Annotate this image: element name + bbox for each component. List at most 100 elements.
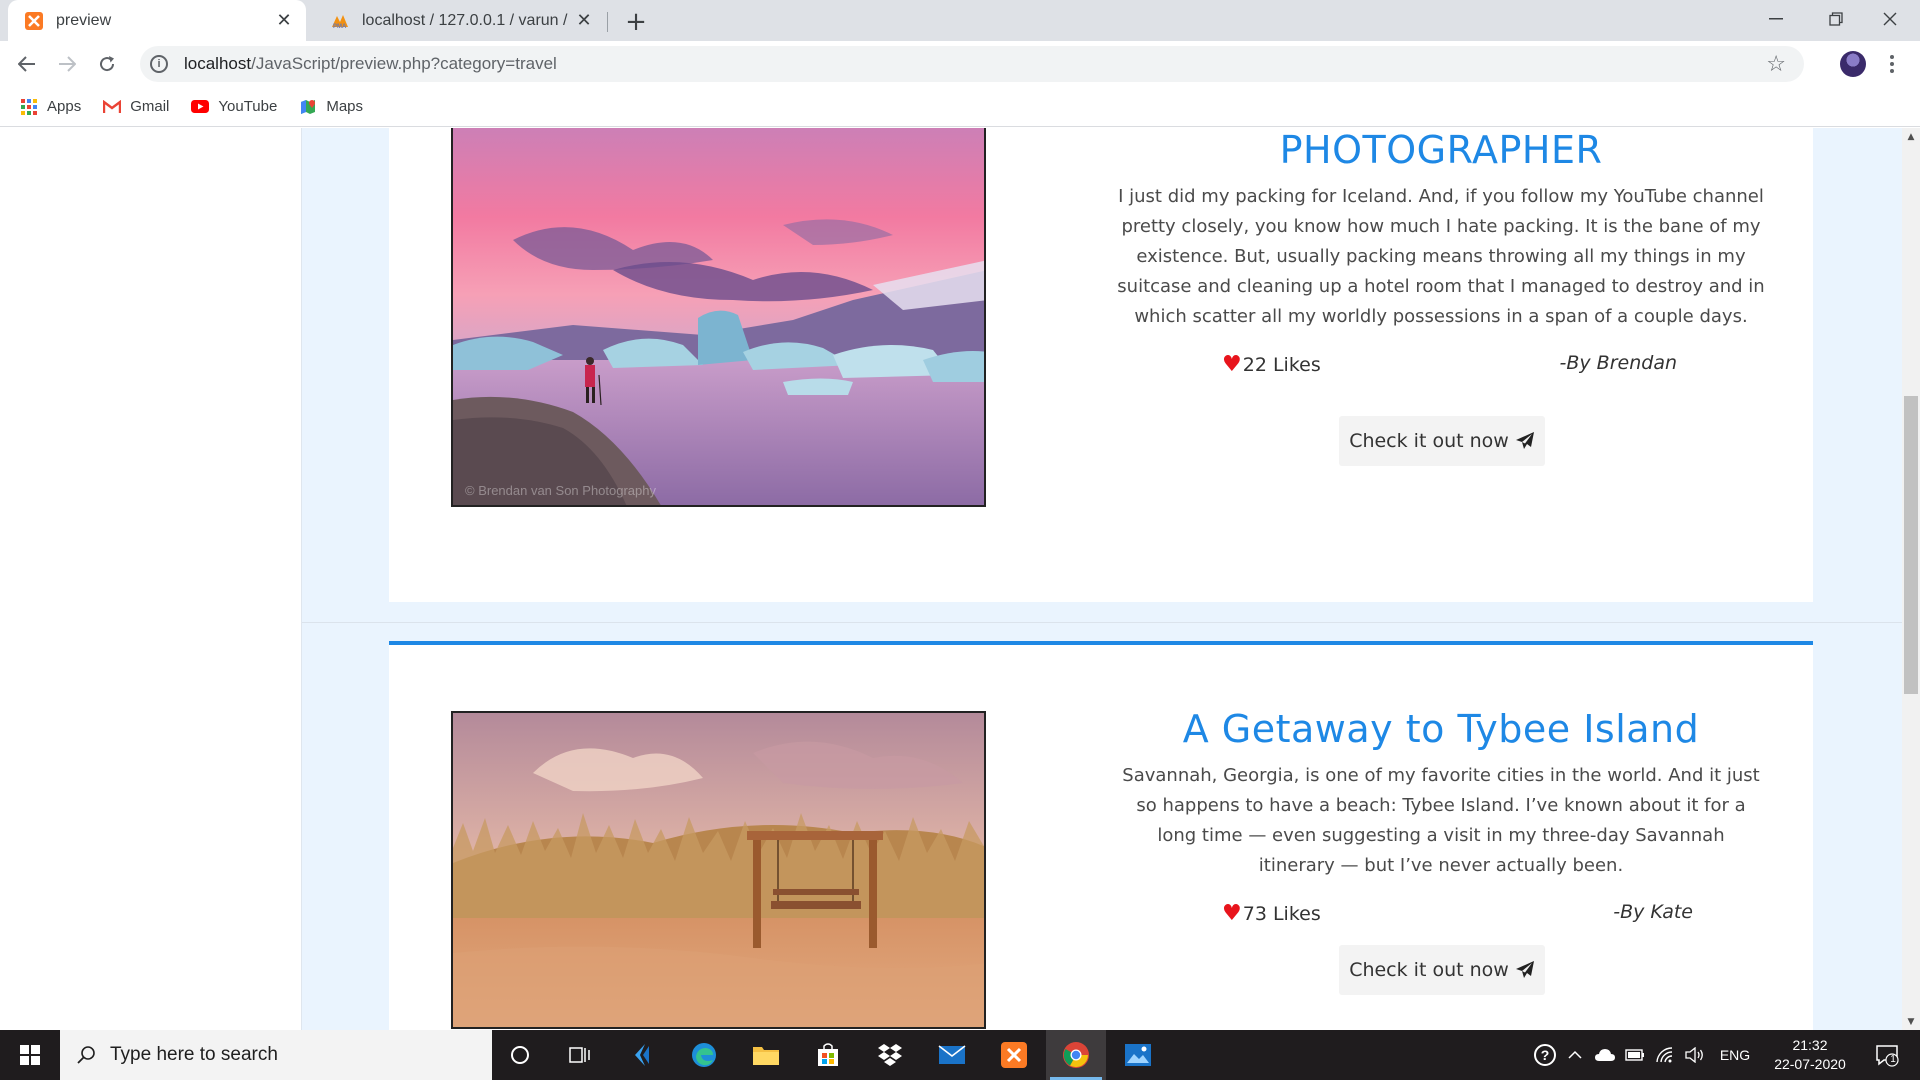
reload-icon[interactable] [91, 48, 123, 80]
search-placeholder: Type here to search [110, 1044, 278, 1065]
likes-count: 22 Likes [1242, 353, 1321, 376]
photo-watermark: © Brendan van Son Photography [465, 483, 656, 498]
bookmark-gmail[interactable]: Gmail [103, 98, 169, 116]
phpmyadmin-favicon-icon: PMA [330, 11, 350, 31]
maps-icon [299, 98, 317, 116]
xampp-favicon-icon [24, 11, 44, 31]
clock-date: 22-07-2020 [1774, 1056, 1846, 1072]
browser-toolbar: i localhost/JavaScript/preview.php?categ… [0, 41, 1920, 87]
heart-icon[interactable]: ♥ [1222, 901, 1242, 926]
post-meta: ♥ 73 Likes -By Kate [1117, 901, 1765, 941]
url-path: /JavaScript/preview.php?category=travel [251, 54, 557, 73]
new-tab-button[interactable]: + [622, 7, 650, 37]
site-info-icon[interactable]: i [150, 55, 168, 73]
help-icon[interactable]: ? [1530, 1043, 1560, 1067]
tab-title: localhost / 127.0.0.1 / varun / blo [362, 11, 572, 29]
close-tab-icon[interactable]: ✕ [572, 9, 596, 33]
post-author: -By Brendan [1559, 352, 1678, 374]
close-window-icon[interactable] [1860, 0, 1920, 38]
bookmark-label: YouTube [218, 98, 278, 115]
posts-column: © Brendan van Son Photography PHOTOGRAPH… [301, 128, 1902, 1030]
windows-start-icon[interactable] [0, 1030, 60, 1080]
restore-icon[interactable] [1806, 0, 1866, 38]
post-meta: ♥ 22 Likes -By Brendan [1117, 352, 1765, 392]
post-card: © Brendan van Son Photography PHOTOGRAPH… [389, 128, 1813, 602]
likes-counter[interactable]: ♥ 73 Likes [1222, 901, 1321, 926]
check-it-out-button[interactable]: Check it out now [1339, 416, 1545, 466]
post-title[interactable]: PHOTOGRAPHER [1117, 128, 1765, 172]
likes-count: 73 Likes [1242, 902, 1321, 925]
bookmark-maps[interactable]: Maps [299, 98, 363, 116]
windows-taskbar: Type here to search ? ENG 21:32 22-07-20… [0, 1030, 1920, 1080]
battery-icon[interactable] [1620, 1049, 1650, 1061]
bookmark-star-icon[interactable]: ☆ [1766, 52, 1786, 77]
tab-preview[interactable]: preview ✕ [8, 0, 306, 41]
button-label: Check it out now [1349, 959, 1509, 981]
xampp-icon[interactable] [984, 1030, 1044, 1080]
system-tray: ? ENG [1530, 1030, 1760, 1080]
address-bar[interactable]: i localhost/JavaScript/preview.php?categ… [140, 46, 1804, 82]
notification-count: 1 [1890, 1054, 1896, 1065]
bookmark-youtube[interactable]: YouTube [191, 98, 277, 116]
clock-time: 21:32 [1792, 1037, 1828, 1053]
photos-app-icon[interactable] [1108, 1030, 1168, 1080]
post-image-tybee[interactable] [451, 711, 986, 1029]
likes-counter[interactable]: ♥ 22 Likes [1222, 352, 1321, 377]
bookmark-label: Maps [326, 98, 364, 115]
post-card: A Getaway to Tybee Island Savannah, Geor… [389, 641, 1813, 1030]
bookmarks-bar: Apps Gmail YouTube Maps [0, 87, 1920, 127]
taskbar-clock[interactable]: 21:32 22-07-2020 [1760, 1036, 1860, 1074]
svg-text:?: ? [1541, 1047, 1550, 1063]
heart-icon[interactable]: ♥ [1222, 352, 1242, 377]
post-author: -By Kate [1613, 901, 1693, 923]
apps-grid-icon [20, 98, 38, 116]
post-excerpt: I just did my packing for Iceland. And, … [1117, 186, 1765, 327]
scroll-up-icon[interactable]: ▲ [1902, 128, 1920, 145]
search-icon [76, 1045, 96, 1065]
action-center-icon[interactable]: 1 [1862, 1030, 1912, 1080]
input-language[interactable]: ENG [1710, 1047, 1760, 1063]
chevron-up-icon[interactable] [1560, 1050, 1590, 1060]
url-host: localhost [184, 54, 252, 73]
chrome-taskbar-icon[interactable] [1046, 1030, 1106, 1080]
paper-plane-icon [1515, 960, 1535, 980]
visual-studio-code-icon[interactable] [612, 1030, 672, 1080]
wifi-icon[interactable] [1650, 1047, 1680, 1063]
page-scrollbar[interactable]: ▲ ▼ [1902, 128, 1920, 1030]
edge-browser-icon[interactable] [674, 1030, 734, 1080]
post-title[interactable]: A Getaway to Tybee Island [1117, 707, 1765, 751]
scrollbar-thumb[interactable] [1904, 396, 1918, 694]
file-explorer-icon[interactable] [736, 1030, 796, 1080]
minimize-icon[interactable] [1746, 0, 1806, 38]
button-label: Check it out now [1349, 430, 1509, 452]
task-view-icon[interactable] [550, 1030, 610, 1080]
chrome-menu-icon[interactable] [1882, 51, 1902, 77]
tab-separator [607, 12, 608, 32]
mail-icon[interactable] [922, 1030, 982, 1080]
onedrive-cloud-icon[interactable] [1590, 1048, 1620, 1062]
bookmark-label: Gmail [130, 98, 170, 115]
cortana-icon[interactable] [490, 1030, 550, 1080]
url-text[interactable]: localhost/JavaScript/preview.php?categor… [184, 54, 557, 74]
tab-title: preview [56, 11, 112, 29]
close-tab-icon[interactable]: ✕ [272, 9, 296, 33]
section-divider [302, 622, 1902, 623]
volume-icon[interactable] [1680, 1047, 1710, 1063]
back-icon[interactable] [11, 48, 43, 80]
bookmark-label: Apps [47, 98, 82, 115]
check-it-out-button[interactable]: Check it out now [1339, 945, 1545, 995]
tab-strip: preview ✕ PMA localhost / 127.0.0.1 / va… [0, 0, 1920, 41]
dropbox-icon[interactable] [860, 1030, 920, 1080]
youtube-icon [191, 98, 210, 116]
page-viewport: © Brendan van Son Photography PHOTOGRAPH… [0, 128, 1902, 1030]
tab-phpmyadmin[interactable]: PMA localhost / 127.0.0.1 / varun / blo … [314, 0, 606, 41]
post-image-iceland[interactable]: © Brendan van Son Photography [451, 128, 986, 507]
post-text-block: A Getaway to Tybee Island Savannah, Geor… [1117, 707, 1765, 995]
scroll-down-icon[interactable]: ▼ [1902, 1013, 1920, 1030]
taskbar-search-box[interactable]: Type here to search [60, 1030, 492, 1080]
svg-text:PMA: PMA [333, 24, 347, 29]
microsoft-store-icon[interactable] [798, 1030, 858, 1080]
forward-icon[interactable] [51, 48, 83, 80]
profile-avatar[interactable] [1840, 51, 1866, 77]
bookmark-apps[interactable]: Apps [20, 98, 81, 116]
